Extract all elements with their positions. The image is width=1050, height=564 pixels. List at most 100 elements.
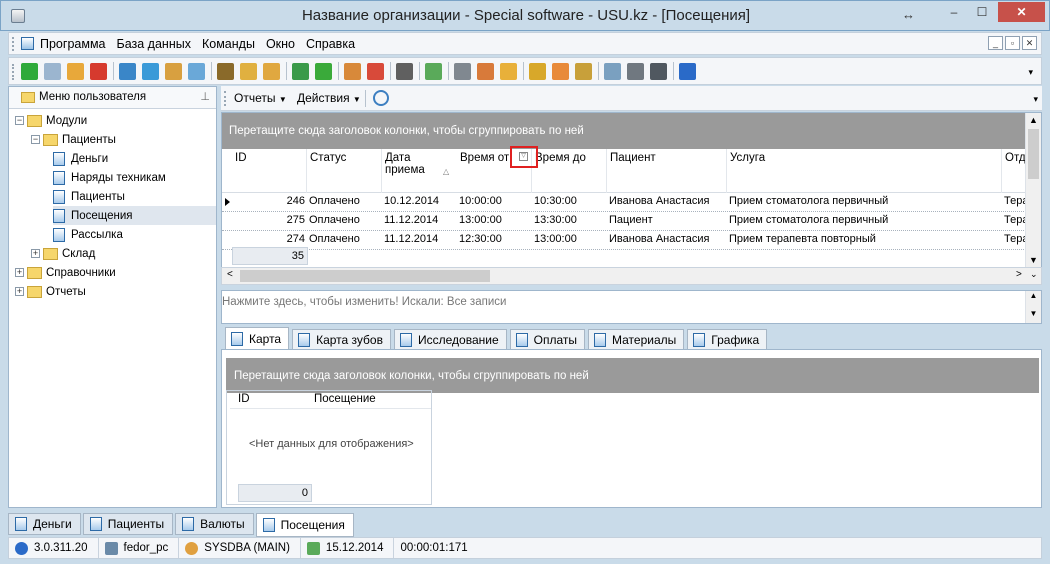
edit-icon[interactable] [67,62,84,80]
table-cell[interactable]: Иванова Анастасия [609,233,725,245]
key-icon[interactable] [575,62,592,80]
tree-node[interactable]: Рассылка [53,225,123,244]
table-row[interactable]: 274 Оплачено 11.12.2014 12:30:00 13:00:00 Ива… [222,231,1028,250]
tab-detail-5[interactable]: Графика [687,329,768,349]
grip-handle[interactable] [12,64,15,80]
column-filter-highlight[interactable]: ▽ [510,146,538,168]
table-cell[interactable]: 12:30:00 [459,233,530,245]
tab-detail-2[interactable]: Исследование [393,329,507,349]
tab-window-2[interactable]: Валюты [175,513,254,535]
column-header[interactable]: ID [232,149,307,193]
column-header[interactable]: Дата приема [382,149,432,193]
tree-node[interactable]: Пациенты [53,187,125,206]
form-icon[interactable] [500,62,517,80]
expand-icon[interactable]: + [31,249,40,258]
scroll-up-icon[interactable]: ▲ [1029,115,1038,125]
table-cell[interactable]: 10:30:00 [534,195,605,207]
tab-window-0[interactable]: Деньги [8,513,81,535]
table-cell[interactable]: 11.12.2014 [384,233,455,245]
print-preview-icon[interactable] [396,62,413,80]
h-scroll-thumb[interactable] [240,270,490,282]
search-scrollbar[interactable]: ▲ ▼ [1025,291,1041,323]
tab-detail-4[interactable]: Материалы [588,329,685,349]
grid-horizontal-scrollbar[interactable]: < > ⌄ [221,267,1042,285]
scroll-down-small-icon[interactable]: ⌄ [1030,269,1038,280]
printer-icon[interactable] [627,62,644,80]
tab-window-1[interactable]: Пациенты [82,513,174,535]
scroll-right-icon[interactable]: > [1016,269,1022,280]
tree-node[interactable]: Посещения [53,206,216,225]
column-header[interactable]: Время до [532,149,607,193]
pin-icon[interactable]: ⊥ [200,90,210,103]
close-button[interactable]: ✕ [998,2,1045,22]
comment-icon[interactable] [188,62,205,80]
scroll-thumb[interactable] [1028,129,1039,179]
maximize-button[interactable]: ☐ [969,2,995,22]
table-cell[interactable]: 13:30:00 [534,214,605,226]
tab-detail-0[interactable]: Карта [225,327,290,349]
table-cell[interactable]: Прием стоматолога первичный [729,195,1000,207]
table-cell[interactable]: 11.12.2014 [384,214,455,226]
table-cell[interactable]: Оплачено [309,214,380,226]
search-filter-text[interactable]: Нажмите здесь, чтобы изменить! Искали: В… [222,296,506,308]
minimize-button[interactable]: – [941,2,967,22]
tree-node[interactable]: + Отчеты [15,282,86,301]
calendar-icon[interactable] [425,62,442,80]
search-filter-strip[interactable]: Нажмите здесь, чтобы изменить! Искали: В… [221,290,1042,324]
table-cell[interactable]: Оплачено [309,195,380,207]
info-icon[interactable] [679,62,696,80]
detail-col-visit[interactable]: Посещение [314,393,376,405]
expand-icon[interactable]: + [15,287,24,296]
tools-icon[interactable] [454,62,471,80]
table-cell[interactable]: 10:00:00 [459,195,530,207]
table-cell[interactable]: Прием терапевта повторный [729,233,1000,245]
add-icon[interactable] [21,62,38,80]
group-by-area[interactable]: Перетащите сюда заголовок колонки, чтобы… [222,113,1026,149]
palette-icon[interactable] [477,62,494,80]
scroll-left-icon[interactable]: < [227,269,233,280]
toolbar-overflow-button[interactable]: ▾ [1028,67,1033,78]
expand-icon[interactable]: − [31,135,40,144]
copy-icon[interactable] [44,62,61,80]
mdi-minimize-button[interactable]: _ [988,36,1003,50]
tab-detail-3[interactable]: Оплаты [509,329,585,349]
close-window-icon[interactable] [367,62,384,80]
tree-node[interactable]: − Пациенты [31,130,116,149]
filter-icon[interactable] [240,62,257,80]
table-cell[interactable]: 13:00:00 [534,233,605,245]
lock-icon[interactable] [529,62,546,80]
table-cell[interactable]: 10.12.2014 [384,195,455,207]
table-row[interactable]: 246 Оплачено 10.12.2014 10:00:00 10:30:00 Ива… [222,193,1028,212]
tree-icon[interactable] [165,62,182,80]
refresh-icon[interactable] [142,62,159,80]
menu-item-4[interactable]: Справка [306,37,361,51]
expand-icon[interactable]: − [15,116,24,125]
tree-node[interactable]: + Склад [31,244,95,263]
filter-icon[interactable]: ▽ [519,152,528,161]
new-window-icon[interactable] [344,62,361,80]
reports-menu-button[interactable]: Отчеты ▼ [234,91,287,105]
table-cell[interactable]: Прием стоматолога первичный [729,214,1000,226]
clock-icon[interactable] [373,90,389,106]
table-cell[interactable]: 274 [234,233,305,245]
mdi-close-button[interactable]: ✕ [1022,36,1037,50]
detail-group-by-area[interactable]: Перетащите сюда заголовок колонки, чтобы… [226,358,1039,393]
table-cell[interactable]: Оплачено [309,233,380,245]
detail-col-id[interactable]: ID [238,393,250,405]
binoculars-icon[interactable] [217,62,234,80]
search-icon[interactable] [119,62,136,80]
grid-toolbar-overflow-button[interactable]: ▾ [1033,94,1038,105]
tree-node[interactable]: Наряды техникам [53,168,166,187]
group-icon[interactable] [263,62,280,80]
menu-item-1[interactable]: База данных [117,37,197,51]
tree-node[interactable]: Деньги [53,149,108,168]
table-cell[interactable]: 13:00:00 [459,214,530,226]
table-row[interactable]: 275 Оплачено 11.12.2014 13:00:00 13:30:00 Пац… [222,212,1028,231]
table-icon[interactable] [604,62,621,80]
tab-window-3[interactable]: Посещения [255,513,354,537]
menu-item-2[interactable]: Команды [202,37,261,51]
grip-handle[interactable] [12,37,15,51]
column-header[interactable]: Пациент [607,149,727,193]
tree-node[interactable]: + Справочники [15,263,116,282]
actions-menu-button[interactable]: Действия ▼ [297,91,361,105]
